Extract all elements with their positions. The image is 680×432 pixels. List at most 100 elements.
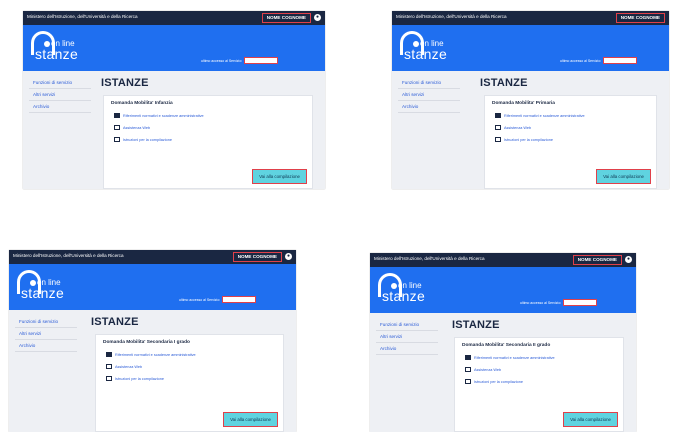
domanda-title: Domanda Mobilita' Primaria xyxy=(492,101,555,106)
user-menu[interactable]: NOME COGNOME ● xyxy=(261,12,321,23)
page-body: Funzioni di servizio Altri servizi Archi… xyxy=(9,310,296,432)
domanda-card: Domanda Mobilita' Secondaria II grado Ri… xyxy=(454,337,624,432)
document-pages-icon xyxy=(114,113,120,118)
web-assistance-icon xyxy=(465,367,471,372)
last-access-value xyxy=(563,299,598,306)
sidebar-item-funzioni[interactable]: Funzioni di servizio xyxy=(398,77,460,89)
istanze-online-logo[interactable]: on line stanze xyxy=(17,270,77,306)
last-access-label: ultimo accesso al Servizio: xyxy=(560,58,602,63)
istanze-online-logo[interactable]: on line stanze xyxy=(400,31,460,67)
sidebar: Funzioni di servizio Altri servizi Archi… xyxy=(376,319,438,355)
link-istruzioni[interactable]: Istruzioni per la compilazione xyxy=(465,379,523,384)
user-icon: ● xyxy=(625,256,632,263)
top-bar: Ministero dell'Istruzione, dell'Universi… xyxy=(9,250,296,264)
header-banner: on line stanze ultimo accesso al Servizi… xyxy=(9,264,296,310)
compilazione-button[interactable]: Vai alla compilazione xyxy=(250,167,309,186)
link-istruzioni[interactable]: Istruzioni per la compilazione xyxy=(114,137,172,142)
web-assistance-icon xyxy=(495,125,501,130)
link-riferimenti[interactable]: Riferimenti normativi e scadenze amminis… xyxy=(106,352,196,357)
last-access-value xyxy=(244,57,279,64)
sidebar-item-altri-servizi[interactable]: Altri servizi xyxy=(29,89,91,101)
page-title: ISTANZE xyxy=(452,319,500,331)
sidebar: Funzioni di servizio Altri servizi Archi… xyxy=(15,316,77,352)
link-assistenza[interactable]: Assistenza Web xyxy=(495,125,531,130)
domanda-title: Domanda Mobilita' Secondaria I grado xyxy=(103,340,190,345)
document-pages-icon xyxy=(495,113,501,118)
sidebar-item-archivio[interactable]: Archivio xyxy=(15,340,77,352)
last-access-value xyxy=(222,296,257,303)
compilazione-button[interactable]: Vai alla compilazione xyxy=(594,167,653,186)
link-assistenza[interactable]: Assistenza Web xyxy=(465,367,501,372)
domanda-card: Domanda Mobilita' Secondaria I grado Rif… xyxy=(95,334,284,432)
domanda-card: Domanda Mobilita' Primaria Riferimenti n… xyxy=(484,95,657,189)
compilazione-button[interactable]: Vai alla compilazione xyxy=(561,410,620,429)
link-istruzioni[interactable]: Istruzioni per la compilazione xyxy=(495,137,553,142)
page-title: ISTANZE xyxy=(101,77,149,89)
user-name: NOME COGNOME xyxy=(261,12,311,23)
instructions-icon xyxy=(114,137,120,142)
link-riferimenti[interactable]: Riferimenti normativi e scadenze amminis… xyxy=(465,355,555,360)
istanze-online-logo[interactable]: on line stanze xyxy=(378,273,438,309)
last-access-value xyxy=(603,57,638,64)
user-name: NOME COGNOME xyxy=(572,254,622,265)
header-banner: on line stanze ultimo accesso al Servizi… xyxy=(23,25,325,71)
top-bar: Ministero dell'Istruzione, dell'Universi… xyxy=(392,11,669,25)
document-pages-icon xyxy=(465,355,471,360)
sidebar-item-altri-servizi[interactable]: Altri servizi xyxy=(376,331,438,343)
ministry-label: Ministero dell'Istruzione, dell'Universi… xyxy=(27,14,138,19)
sidebar-item-funzioni[interactable]: Funzioni di servizio xyxy=(376,319,438,331)
sidebar-item-archivio[interactable]: Archivio xyxy=(398,101,460,113)
user-menu[interactable]: NOME COGNOME ● xyxy=(232,251,292,262)
sidebar-item-funzioni[interactable]: Funzioni di servizio xyxy=(15,316,77,328)
domanda-card: Domanda Mobilita' Infanzia Riferimenti n… xyxy=(103,95,313,189)
sidebar-item-archivio[interactable]: Archivio xyxy=(376,343,438,355)
sidebar: Funzioni di servizio Altri servizi Archi… xyxy=(29,77,91,113)
page-title: ISTANZE xyxy=(480,77,528,89)
screenshot-infanzia: Ministero dell'Istruzione, dell'Universi… xyxy=(23,11,325,189)
screenshot-primaria: Ministero dell'Istruzione, dell'Universi… xyxy=(392,11,669,189)
last-access-label: ultimo accesso al Servizio: xyxy=(201,58,243,63)
ministry-label: Ministero dell'Istruzione, dell'Universi… xyxy=(13,253,124,258)
page-title: ISTANZE xyxy=(91,316,139,328)
web-assistance-icon xyxy=(106,364,112,369)
last-access-label: ultimo accesso al Servizio: xyxy=(179,297,221,302)
instructions-icon xyxy=(106,376,112,381)
sidebar-item-altri-servizi[interactable]: Altri servizi xyxy=(398,89,460,101)
sidebar-item-altri-servizi[interactable]: Altri servizi xyxy=(15,328,77,340)
last-access: ultimo accesso al Servizio: xyxy=(201,57,279,64)
header-banner: on line stanze ultimo accesso al Servizi… xyxy=(370,267,636,313)
link-istruzioni[interactable]: Istruzioni per la compilazione xyxy=(106,376,164,381)
user-icon: ● xyxy=(314,14,321,21)
sidebar-item-archivio[interactable]: Archivio xyxy=(29,101,91,113)
instructions-icon xyxy=(495,137,501,142)
top-bar: Ministero dell'Istruzione, dell'Universi… xyxy=(370,253,636,267)
page-body: Funzioni di servizio Altri servizi Archi… xyxy=(370,313,636,432)
last-access-label: ultimo accesso al Servizio: xyxy=(520,300,562,305)
top-bar: Ministero dell'Istruzione, dell'Universi… xyxy=(23,11,325,25)
link-assistenza[interactable]: Assistenza Web xyxy=(114,125,150,130)
sidebar: Funzioni di servizio Altri servizi Archi… xyxy=(398,77,460,113)
last-access: ultimo accesso al Servizio: xyxy=(560,57,638,64)
page-body: Funzioni di servizio Altri servizi Archi… xyxy=(392,71,669,189)
user-name: NOME COGNOME xyxy=(615,12,665,23)
last-access: ultimo accesso al Servizio: xyxy=(179,296,257,303)
user-menu[interactable]: NOME COGNOME ● xyxy=(572,254,632,265)
document-pages-icon xyxy=(106,352,112,357)
domanda-title: Domanda Mobilita' Secondaria II grado xyxy=(462,343,551,348)
compilazione-button[interactable]: Vai alla compilazione xyxy=(221,410,280,429)
screenshot-secondaria-ii: Ministero dell'Istruzione, dell'Universi… xyxy=(370,253,636,432)
user-icon: ● xyxy=(285,253,292,260)
link-assistenza[interactable]: Assistenza Web xyxy=(106,364,142,369)
instructions-icon xyxy=(465,379,471,384)
screenshot-secondaria-i: Ministero dell'Istruzione, dell'Universi… xyxy=(9,250,296,432)
page-body: Funzioni di servizio Altri servizi Archi… xyxy=(23,71,325,189)
istanze-online-logo[interactable]: on line stanze xyxy=(31,31,91,67)
link-riferimenti[interactable]: Riferimenti normativi e scadenze amminis… xyxy=(495,113,585,118)
web-assistance-icon xyxy=(114,125,120,130)
sidebar-item-funzioni[interactable]: Funzioni di servizio xyxy=(29,77,91,89)
header-banner: on line stanze ultimo accesso al Servizi… xyxy=(392,25,669,71)
user-menu[interactable]: NOME COGNOME xyxy=(615,12,665,23)
ministry-label: Ministero dell'Istruzione, dell'Universi… xyxy=(396,14,507,19)
last-access: ultimo accesso al Servizio: xyxy=(520,299,598,306)
link-riferimenti[interactable]: Riferimenti normativi e scadenze amminis… xyxy=(114,113,204,118)
